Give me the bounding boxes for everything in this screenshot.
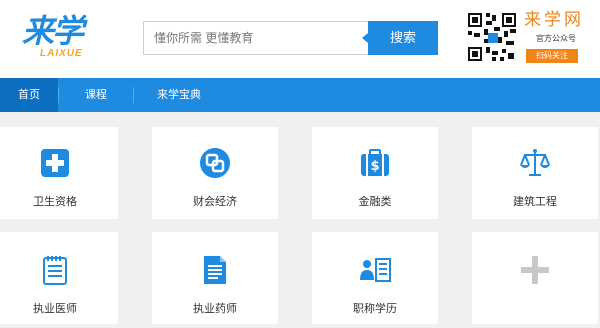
scales-icon: [519, 147, 551, 179]
nav-item-home[interactable]: 首页: [0, 78, 58, 112]
category-tile-construction[interactable]: 建筑工程: [472, 127, 598, 219]
category-tile-physician[interactable]: 执业医师: [0, 232, 118, 324]
nav-item-guide[interactable]: 来学宝典: [134, 78, 224, 112]
finance-coins-icon: [199, 147, 231, 179]
nav-item-courses[interactable]: 课程: [59, 78, 133, 112]
logo-text: 来学: [22, 12, 84, 50]
clipboard-icon: [39, 254, 71, 286]
category-label: 职称学历: [353, 303, 397, 315]
search-placeholder: 懂你所需 更懂教育: [154, 31, 254, 45]
id-card-icon: [359, 254, 391, 286]
category-label: 建筑工程: [513, 196, 557, 208]
category-label: 金融类: [358, 196, 392, 208]
follow-button[interactable]: 扫码关注: [526, 49, 578, 63]
category-label: 执业医师: [33, 303, 77, 315]
qr-code-icon: [466, 11, 518, 63]
medical-cross-icon: [39, 147, 71, 179]
site-logo[interactable]: 来学 LAIXUE: [22, 14, 102, 62]
logo-subtext: LAIXUE: [40, 48, 83, 59]
brand-name: 来学网: [524, 10, 584, 29]
category-tile-finance[interactable]: 财会经济: [152, 127, 278, 219]
category-tile-pharmacist[interactable]: 执业药师: [152, 232, 278, 324]
svg-text:$: $: [370, 159, 379, 174]
category-label: 财会经济: [193, 196, 237, 208]
brand-subtitle: 官方公众号: [536, 34, 576, 43]
search-input[interactable]: 懂你所需 更懂教育: [143, 21, 368, 55]
search-button[interactable]: 搜索: [362, 21, 438, 55]
category-label: 执业药师: [193, 303, 237, 315]
category-tile-banking[interactable]: $ 金融类: [312, 127, 438, 219]
add-more-icon: [519, 254, 551, 286]
category-label: 卫生资格: [33, 196, 77, 208]
category-tile-health[interactable]: 卫生资格: [0, 127, 118, 219]
briefcase-money-icon: $: [359, 147, 391, 179]
category-tile-more[interactable]: [472, 232, 598, 324]
main-nav: 首页 课程 来学宝典: [0, 78, 600, 112]
category-tile-title[interactable]: 职称学历: [312, 232, 438, 324]
document-icon: [199, 254, 231, 286]
header: 来学 LAIXUE 懂你所需 更懂教育 搜索 来学网 官方公众号 扫码关注: [0, 0, 600, 78]
